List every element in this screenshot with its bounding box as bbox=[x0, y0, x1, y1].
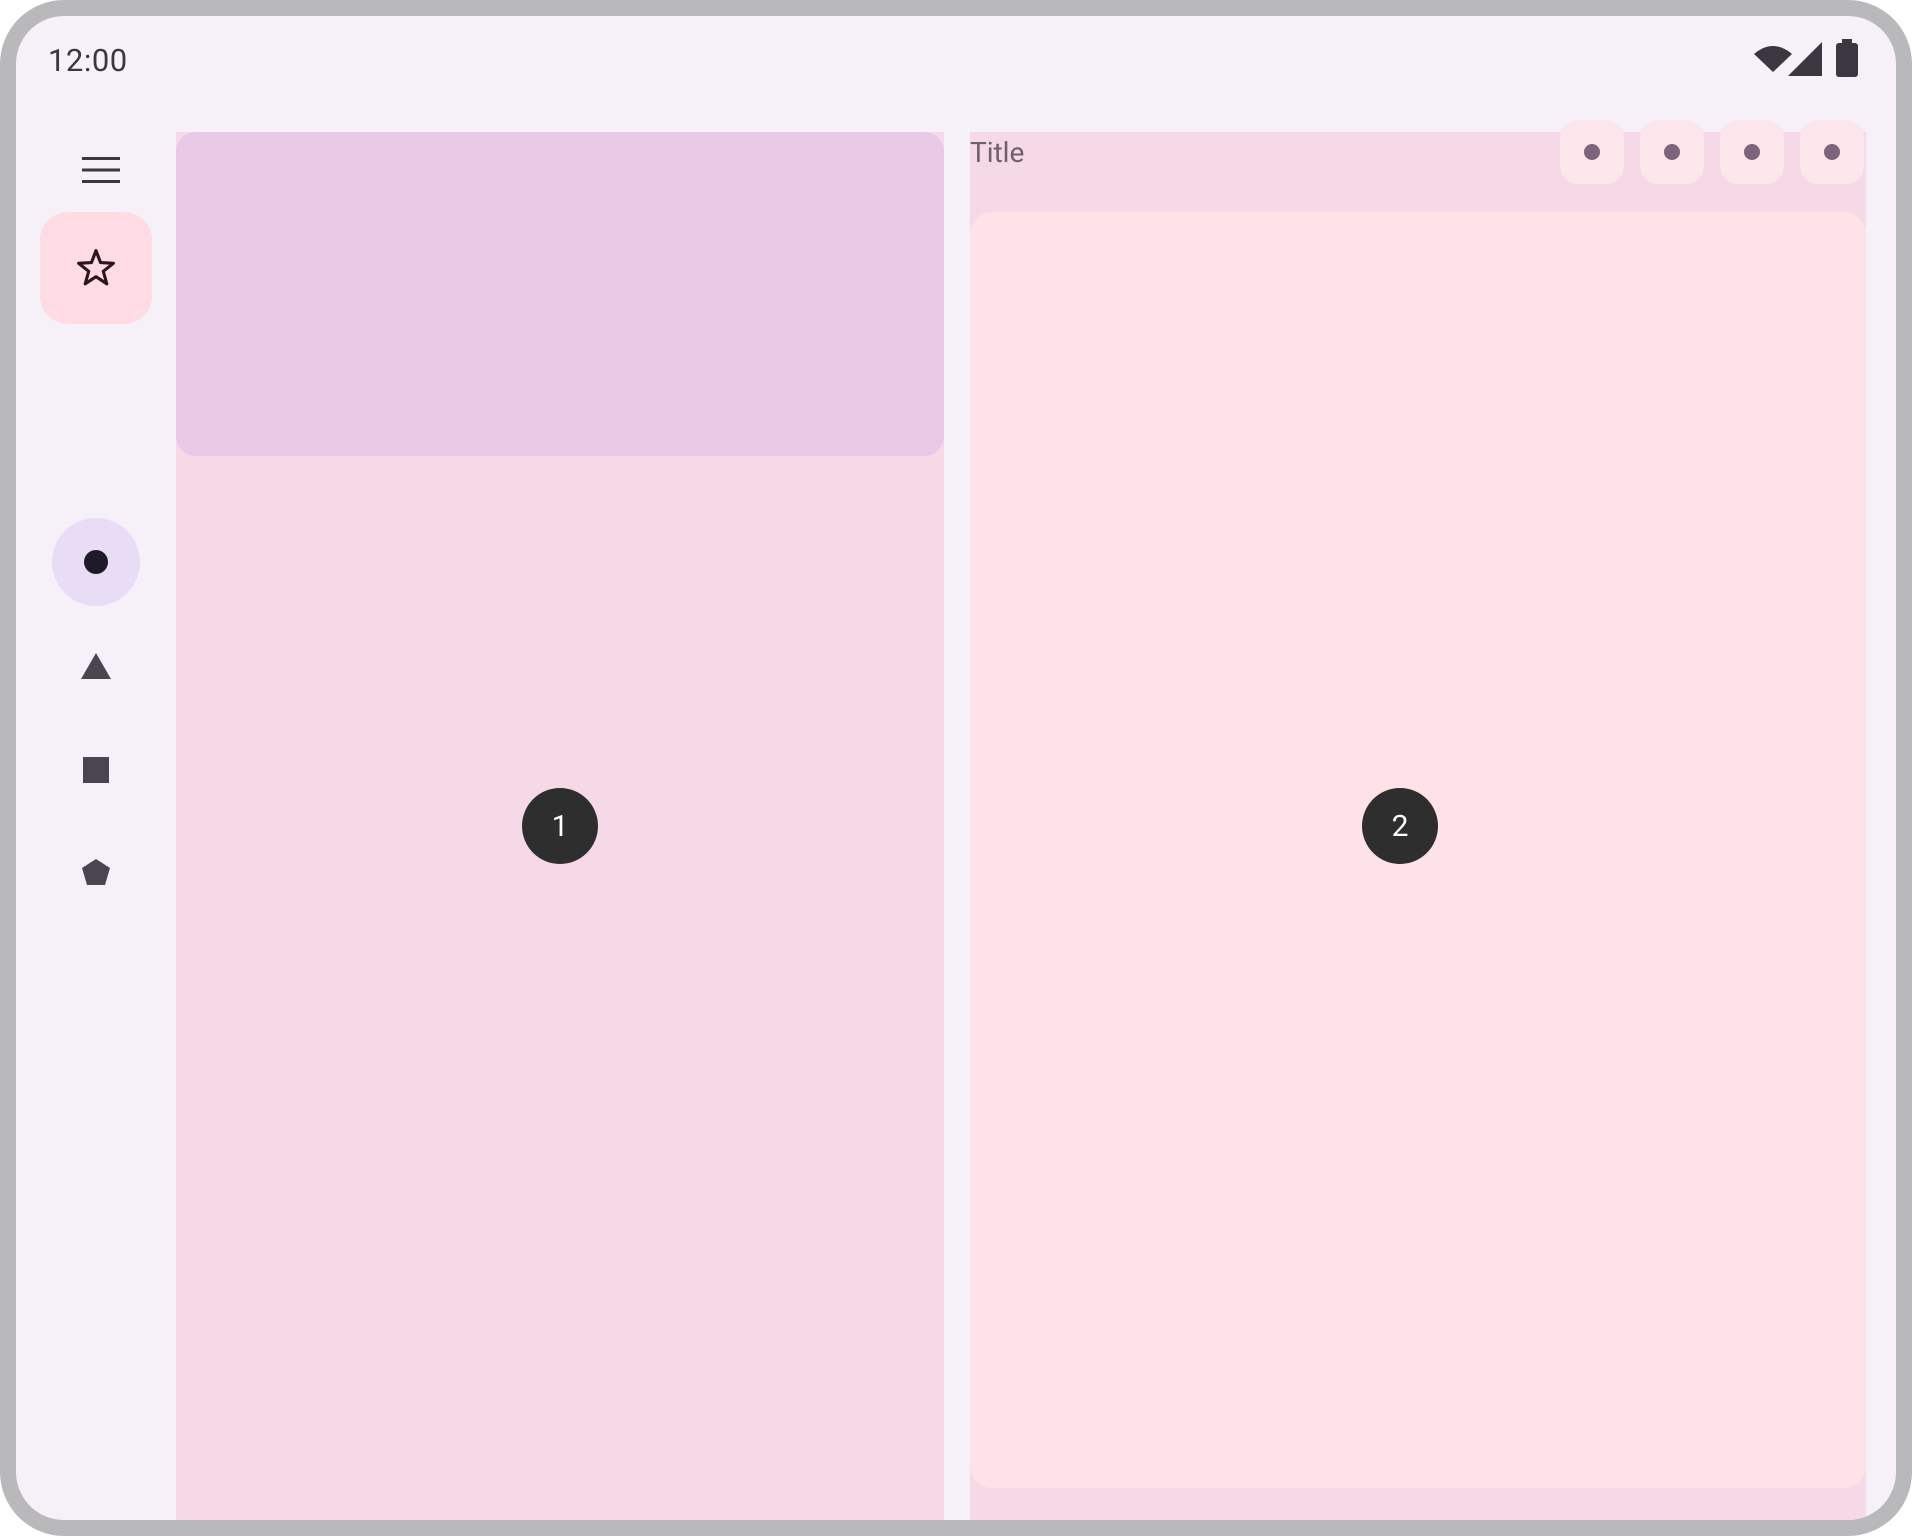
wifi-icon bbox=[1754, 46, 1792, 72]
navigation-rail bbox=[16, 106, 176, 1520]
menu-button[interactable] bbox=[71, 140, 131, 200]
star-fab-button[interactable] bbox=[40, 212, 152, 324]
action-button-3[interactable] bbox=[1720, 120, 1784, 184]
battery-icon bbox=[1836, 39, 1858, 77]
dot-icon bbox=[1584, 144, 1600, 160]
list-pane-header bbox=[176, 132, 944, 456]
status-bar: 12:00 bbox=[16, 16, 1896, 106]
detail-pane: Title 2 bbox=[970, 120, 1866, 1520]
action-button-4[interactable] bbox=[1800, 120, 1864, 184]
device-frame: 12:00 1 Title 2 bbox=[0, 0, 1912, 1536]
dot-icon bbox=[1824, 144, 1840, 160]
rail-item-pentagon[interactable] bbox=[52, 828, 140, 916]
action-button-2[interactable] bbox=[1640, 120, 1704, 184]
action-button-1[interactable] bbox=[1560, 120, 1624, 184]
status-clock: 12:00 bbox=[48, 42, 128, 79]
circle-icon bbox=[84, 550, 108, 574]
detail-pane-title: Title bbox=[970, 136, 1025, 169]
star-outline-icon bbox=[77, 249, 115, 286]
dot-icon bbox=[1664, 144, 1680, 160]
pane-2-badge: 2 bbox=[1362, 788, 1438, 864]
hamburger-menu-icon bbox=[82, 157, 120, 183]
pentagon-icon bbox=[82, 859, 110, 885]
cellular-signal-icon bbox=[1788, 42, 1822, 76]
rail-item-square[interactable] bbox=[52, 726, 140, 814]
triangle-icon bbox=[81, 653, 111, 679]
rail-item-circle[interactable] bbox=[52, 518, 140, 606]
pane-1-badge: 1 bbox=[522, 788, 598, 864]
list-pane: 1 bbox=[176, 132, 944, 1520]
square-icon bbox=[83, 757, 109, 783]
rail-item-triangle[interactable] bbox=[52, 622, 140, 710]
status-icons bbox=[1754, 39, 1870, 77]
dot-icon bbox=[1744, 144, 1760, 160]
